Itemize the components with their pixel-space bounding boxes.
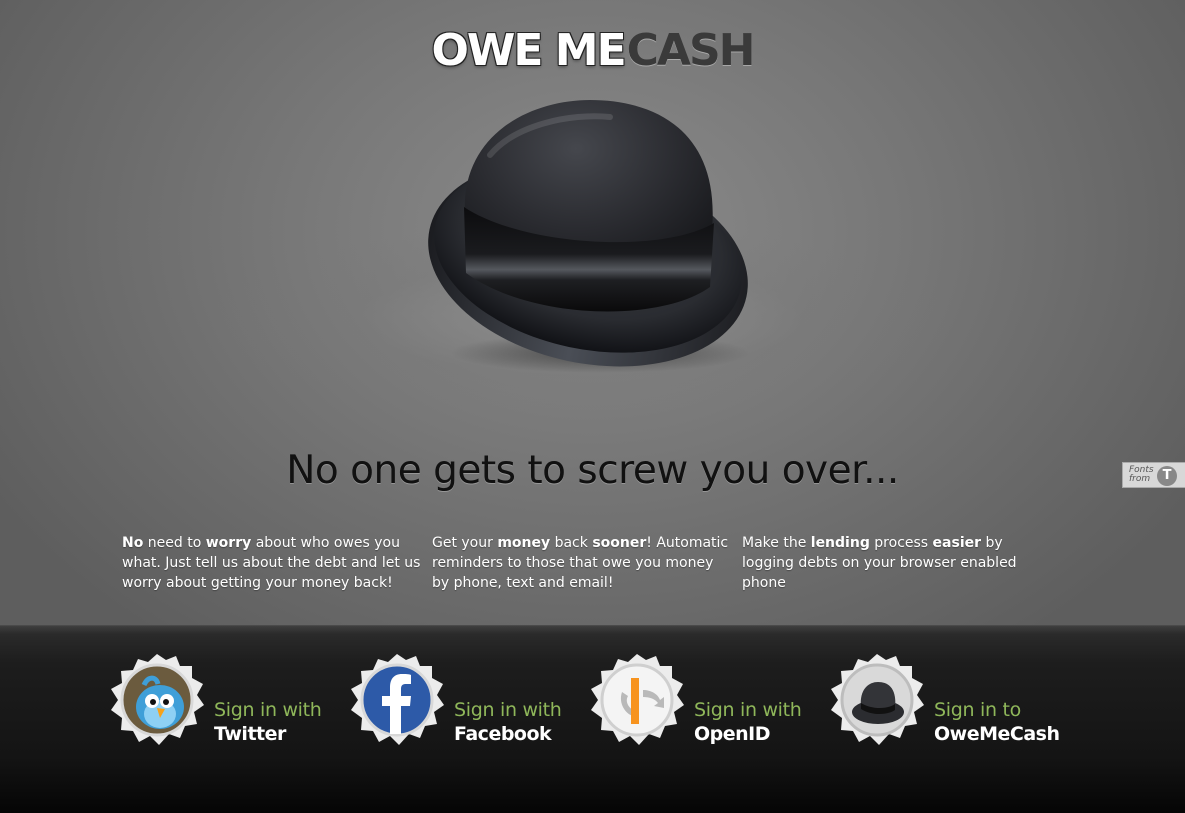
feature-emphasis: No [122, 535, 144, 551]
signin-owemecash-button[interactable]: Sign in to OweMeCash [828, 652, 1068, 752]
openid-icon [588, 652, 686, 748]
feature-text: Make the [742, 535, 811, 551]
logo-owe-me: OWE ME [431, 25, 626, 76]
feature-text: back [550, 535, 593, 551]
signin-owemecash-line1: Sign in to [934, 699, 1021, 721]
signin-owemecash-line2: OweMeCash [934, 723, 1060, 745]
typekit-icon: T [1157, 466, 1177, 486]
signin-twitter-button[interactable]: Sign in with Twitter [108, 652, 348, 752]
facebook-icon [348, 652, 446, 748]
signin-facebook-button[interactable]: Sign in with Facebook [348, 652, 588, 752]
signin-openid-button[interactable]: Sign in with OpenID [588, 652, 828, 752]
feature-text: need to [143, 535, 206, 551]
signin-facebook-line1: Sign in with [454, 699, 562, 721]
feature-money-back: Get your money back sooner! Automatic re… [432, 533, 732, 593]
signin-footer: Sign in with Twitter Sign in with Facebo… [0, 625, 1185, 813]
feature-worry: No need to worry about who owes you what… [122, 533, 422, 593]
bowler-hat-illustration [420, 95, 760, 380]
twitter-bird-icon [108, 652, 206, 748]
site-logo[interactable]: OWE MECASH [0, 26, 1185, 76]
signin-openid-line1: Sign in with [694, 699, 802, 721]
feature-emphasis: worry [205, 535, 252, 551]
bowler-hat-icon [828, 652, 926, 748]
feature-text: Get your [432, 535, 498, 551]
signin-openid-line2: OpenID [694, 723, 771, 745]
feature-emphasis: lending [810, 535, 870, 551]
fonts-from-badge[interactable]: Fonts from T [1122, 462, 1185, 488]
feature-text: process [869, 535, 933, 551]
page-headline: No one gets to screw you over... [286, 448, 899, 493]
signin-twitter-line2: Twitter [214, 723, 286, 745]
signin-facebook-line2: Facebook [454, 723, 552, 745]
logo-cash: CASH [626, 25, 756, 76]
feature-emphasis: money [497, 535, 551, 551]
feature-emphasis: sooner [592, 535, 647, 551]
signin-twitter-line1: Sign in with [214, 699, 322, 721]
feature-lending: Make the lending process easier by loggi… [742, 533, 1027, 593]
feature-emphasis: easier [932, 535, 982, 551]
hero-stage: OWE MECASH No one gets to screw you over… [0, 0, 1185, 625]
